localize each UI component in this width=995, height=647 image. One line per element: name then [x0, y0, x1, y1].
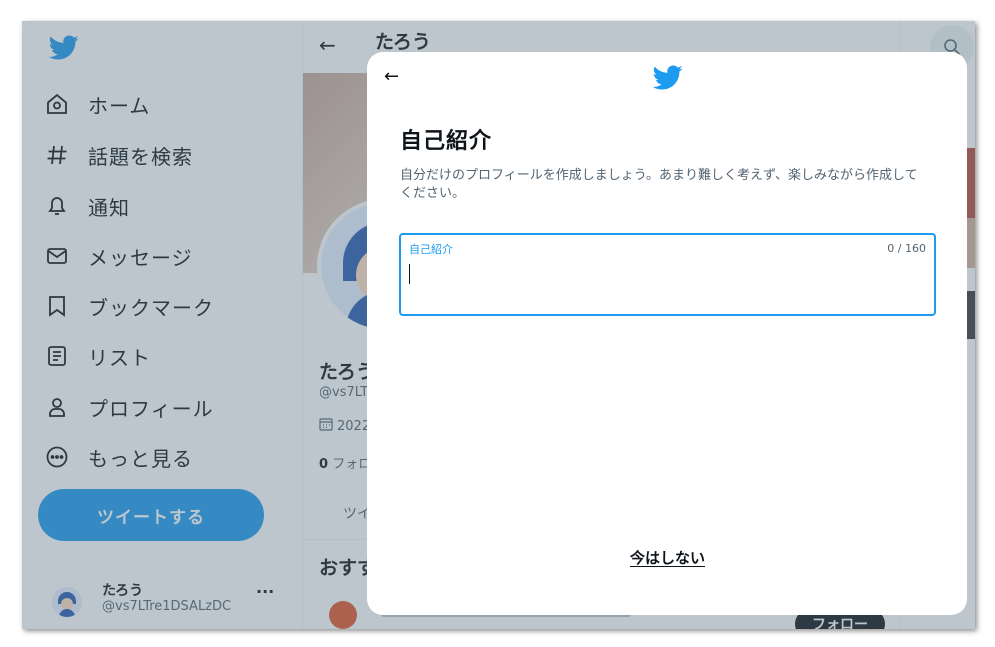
skip-for-now-button[interactable]: 今はしない: [630, 547, 705, 568]
bio-input[interactable]: [409, 263, 909, 287]
back-arrow-icon[interactable]: ←: [384, 66, 406, 88]
bio-setup-dialog: ← 自己紹介 自分だけのプロフィールを作成しましょう。あまり難しく考えず、楽しみ…: [367, 52, 967, 615]
dialog-description: 自分だけのプロフィールを作成しましょう。あまり難しく考えず、楽しみながら作成して…: [400, 168, 918, 201]
twitter-bird-icon: [653, 65, 683, 90]
screenshot-stage: ホーム 話題を検索 通知 メッセージ ブックマーク リスト プロフィール もっと…: [0, 0, 995, 647]
dialog-title: 自己紹介: [400, 129, 493, 154]
bio-field[interactable]: 自己紹介 0 / 160: [399, 233, 936, 316]
browser-viewport: ホーム 話題を検索 通知 メッセージ ブックマーク リスト プロフィール もっと…: [22, 21, 975, 629]
bio-field-label: 自己紹介: [409, 243, 453, 256]
character-counter: 0 / 160: [887, 242, 926, 255]
